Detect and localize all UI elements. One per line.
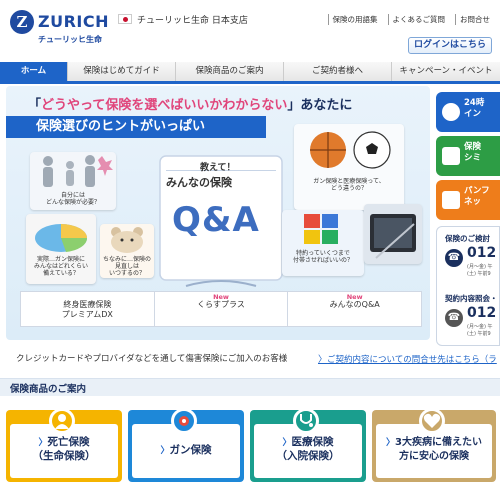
site-header: Z ZURICH チューリッヒ生命 チューリッヒ生命 日本支店 保険の用語集 よ… (0, 0, 500, 60)
contact-inquiry-hours-sat: (土) 午前9 (467, 331, 491, 337)
branch-name: チューリッヒ生命 日本支店 (137, 16, 248, 26)
qa-title-teach: 教えて！ (200, 163, 236, 173)
qa-card[interactable]: 教えて！ みんなの保険 Q&A (156, 152, 286, 292)
calculator-icon (442, 147, 460, 165)
faq-link[interactable]: よくあるご質問 (387, 14, 445, 25)
product-card-three-diseases[interactable]: 〉3大疾病に備えたい 方に安心の保険 (372, 408, 496, 482)
notice-text: クレジットカードやプロバイダなどを通して傷害保険にご加入のお客様 (16, 354, 288, 364)
tile-piechart-text: 実際…ガン保険に みんなはどれくらい 備えている？ (33, 256, 88, 278)
zurich-logo-wordmark[interactable]: ZURICH (38, 12, 109, 31)
tile-balls-text: ガン保険と医療保険って、 どう違うの？ (313, 178, 385, 193)
nav-campaign[interactable]: キャンペーン・イベント (392, 62, 500, 81)
nav-policyholders[interactable]: ご契約者様へ (284, 62, 392, 81)
glossary-link[interactable]: 保険の用語集 (327, 14, 378, 25)
hero-banner[interactable]: 「どうやって保険を選べばいいかわからない」あなたに 保険選びのヒントがいっぱい … (6, 86, 430, 340)
person-icon (49, 408, 75, 434)
tile-cubes-text: 特約っていくつまで 付帯させればいいの？ (292, 250, 353, 265)
tile-bear-text: ちなみに…保険の 見直しは いつするの？ (102, 256, 151, 278)
hero-product-links: 終身医療保険 プレミアムDX New くらすプラス New みんなのQ&A (20, 291, 422, 327)
zurich-logo-icon[interactable]: Z (10, 10, 34, 34)
cancer-icon (171, 408, 197, 434)
contact-inquiry-hours-weekday: (月〜金) 午 (467, 324, 493, 330)
login-button[interactable]: ログインはこちら (408, 37, 492, 54)
contact-consult-hours-weekday: (月〜金) 午 (467, 264, 493, 270)
product-card-life[interactable]: 〉死亡保険 （生命保険） (6, 408, 122, 482)
phone-icon: ☎ (445, 249, 463, 267)
logo-subtitle: チューリッヒ生命 (38, 35, 102, 44)
family-silhouette-icon (43, 155, 113, 187)
tile-family-text: 自分には どんな保険が必要？ (45, 192, 100, 207)
tablet-pen-icon (370, 214, 416, 259)
tile-cubes: 特約っていくつまで 付帯させればいいの？ (282, 210, 364, 276)
pie-chart-icon (35, 224, 88, 252)
tile-tablet (364, 204, 422, 264)
product-card-three-diseases-label: 〉3大疾病に備えたい 方に安心の保険 (386, 437, 482, 462)
contact-inquiry-number[interactable]: 012 (467, 305, 496, 321)
contact-consult-hours-sat: (土) 午前9 (467, 271, 491, 277)
utility-links: 保険の用語集 よくあるご質問 お問合せ (327, 14, 490, 25)
stethoscope-icon (293, 408, 319, 434)
tile-piechart: 実際…ガン保険に みんなはどれくらい 備えている？ (26, 214, 96, 284)
product-card-medical-label: 〉医療保険 （入院保険） (276, 436, 340, 462)
hand-pointer-icon (442, 103, 460, 121)
blocks-icon (304, 214, 338, 244)
hero-headline: 「どうやって保険を選べばいいかわからない」あなたに (28, 98, 353, 113)
heart-icon (419, 408, 445, 434)
side-pamphlet-button[interactable]: パンフ ネッ (436, 180, 500, 220)
contact-panel: 保険のご検討 ☎ 012 (月〜金) 午 (土) 午前9 契約内容照会・ ☎ 0… (436, 226, 500, 346)
contact-consult-number[interactable]: 012 (467, 245, 496, 261)
hero-link-kurasu-plus[interactable]: New くらすプラス (155, 292, 289, 326)
side-simulation-button[interactable]: 保険 シミ (436, 136, 500, 176)
product-card-cancer[interactable]: 〉ガン保険 (128, 408, 244, 482)
contact-consult-label: 保険のご検討 (445, 234, 490, 243)
document-icon (442, 191, 460, 209)
section-title: 保険商品のご案内 (10, 384, 87, 395)
product-card-cancer-label: 〉ガン保険 (160, 444, 212, 456)
nav-products[interactable]: 保険商品のご案内 (176, 62, 284, 81)
hero-band: 保険選びのヒントがいっぱい (6, 116, 266, 138)
contact-link[interactable]: お問合せ (455, 14, 490, 25)
tile-balls: ガン保険と医療保険って、 どう違うの？ (294, 124, 404, 210)
hero-link-premium-dx[interactable]: 終身医療保険 プレミアムDX (21, 292, 155, 326)
global-nav: ホーム 保険はじめてガイド 保険商品のご案内 ご契約者様へ キャンペーン・イベン… (0, 62, 500, 84)
notice-inquiry-link[interactable]: 〉ご契約内容についての問合せ先はこちら（ラ (318, 352, 497, 365)
nav-beginners-guide[interactable]: 保険はじめてガイド (68, 62, 176, 81)
product-card-medical[interactable]: 〉医療保険 （入院保険） (250, 408, 366, 482)
japan-flag-icon (118, 14, 132, 24)
phone-icon-2: ☎ (445, 309, 463, 327)
tile-family: 自分には どんな保険が必要？ (30, 152, 116, 210)
bear-bank-icon (111, 227, 143, 253)
qa-title-big: Q&A (172, 200, 260, 240)
side-24h-internet-button[interactable]: 24時 イン (436, 92, 500, 132)
sports-balls-icon (310, 131, 391, 169)
contact-inquiry-label: 契約内容照会・ (445, 294, 498, 303)
tile-bear: ちなみに…保険の 見直しは いつするの？ (100, 224, 154, 278)
qa-title-everyones: みんなの保険 (166, 176, 232, 189)
section-header: 保険商品のご案内 (0, 378, 500, 396)
hero-link-everyones-qa[interactable]: New みんなのQ&A (288, 292, 421, 326)
nav-home[interactable]: ホーム (0, 62, 68, 81)
product-card-life-label: 〉死亡保険 （生命保険） (32, 436, 96, 462)
